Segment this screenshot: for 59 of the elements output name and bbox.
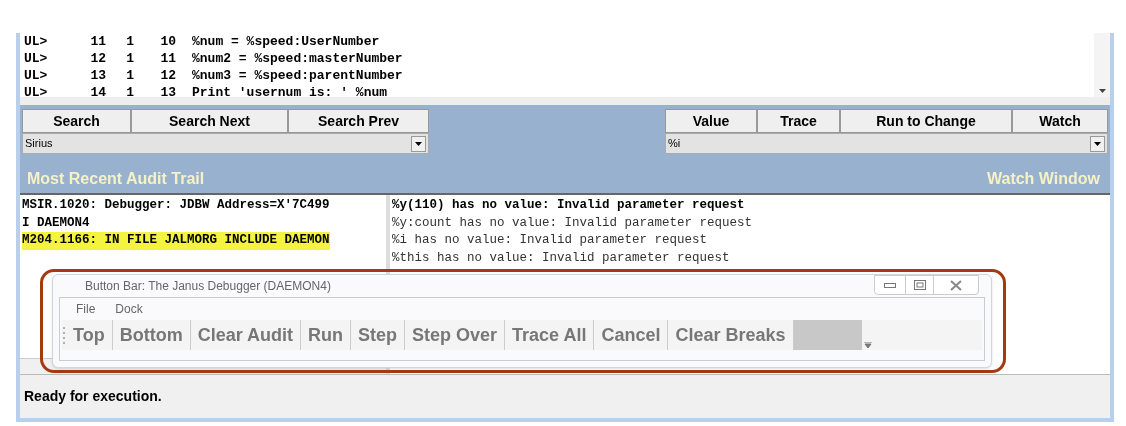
code-column: 1 — [106, 67, 134, 84]
code-column: 1 — [106, 84, 134, 101]
window-title: Button Bar: The Janus Debugger (DAEMON4) — [85, 278, 331, 295]
maximize-icon — [913, 280, 926, 290]
code-column: 13 — [134, 84, 176, 101]
code-prompt: UL> — [24, 50, 49, 67]
line-number: 11 — [89, 33, 106, 50]
search-button[interactable]: Search Next — [131, 109, 288, 133]
watch-dropdown[interactable]: %i — [665, 133, 1108, 154]
toolbar-button[interactable]: Clear Audit — [190, 320, 301, 350]
menu-item[interactable]: File — [76, 300, 96, 318]
code-statement: %num = %speed:UserNumber — [192, 33, 380, 50]
toolbar-button[interactable]: Run — [301, 320, 351, 350]
line-number: 12 — [89, 50, 106, 67]
code-column: 12 — [134, 67, 176, 84]
line-number: 13 — [89, 67, 106, 84]
status-text: Ready for execution. — [24, 387, 162, 406]
down-arrow-icon — [1098, 89, 1106, 93]
toolbar-button[interactable]: Step — [351, 320, 405, 350]
search-button[interactable]: Search — [22, 109, 131, 133]
toolbar-button[interactable]: Clear Breaks — [668, 320, 794, 350]
watch-line: %i has no value: Invalid parameter request — [392, 232, 708, 249]
code-prompt: UL> — [24, 33, 49, 50]
minimize-icon — [884, 282, 896, 288]
toolbar-button[interactable]: Step Over — [405, 320, 506, 350]
audit-line: MSIR.1020: Debugger: JDBW Address=X'7C499 — [22, 197, 330, 214]
toolbar-button[interactable]: Bottom — [112, 320, 191, 350]
code-column: 10 — [134, 33, 176, 50]
dropdown-arrow-icon — [415, 141, 422, 146]
search-dropdown[interactable]: Sirius — [22, 133, 429, 154]
line-number: 14 — [89, 84, 106, 101]
watch-button[interactable]: Run to Change — [840, 109, 1012, 133]
code-column: 1 — [106, 50, 134, 67]
scrollbar[interactable] — [1094, 33, 1110, 97]
toolbar-button[interactable]: Top — [66, 320, 113, 350]
code-statement: %num2 = %speed:masterNumber — [192, 50, 403, 67]
dropdown-arrow-icon — [1094, 141, 1101, 146]
code-prompt: UL> — [24, 84, 49, 101]
code-statement: Print 'usernum is: ' %num — [192, 84, 388, 101]
overflow-icon — [863, 342, 872, 348]
code-column: 1 — [106, 33, 134, 50]
watch-line: %y:count has no value: Invalid parameter request — [392, 214, 753, 232]
code-column: 11 — [134, 50, 176, 67]
watch-button[interactable]: Value — [665, 109, 757, 133]
search-button[interactable]: Search Prev — [288, 109, 429, 133]
audit-title: Most Recent Audit Trail — [27, 169, 206, 189]
code-prompt: UL> — [24, 67, 49, 84]
watch-button[interactable]: Watch — [1012, 109, 1108, 133]
watch-button[interactable]: Trace — [757, 109, 840, 133]
menu-item[interactable]: Dock — [115, 300, 143, 318]
watch-title: Watch Window — [986, 169, 1100, 189]
audit-line: I DAEMON4 — [22, 214, 90, 232]
toolbar-button[interactable]: Trace All — [505, 320, 595, 350]
close-icon — [950, 279, 962, 291]
code-statement: %num3 = %speed:parentNumber — [192, 67, 403, 84]
toolbar-button[interactable]: Cancel — [594, 320, 669, 350]
watch-line: %this has no value: Invalid parameter request — [392, 249, 730, 267]
watch-line: %y(110) has no value: Invalid parameter request — [392, 197, 745, 214]
grip-icon — [62, 325, 66, 345]
